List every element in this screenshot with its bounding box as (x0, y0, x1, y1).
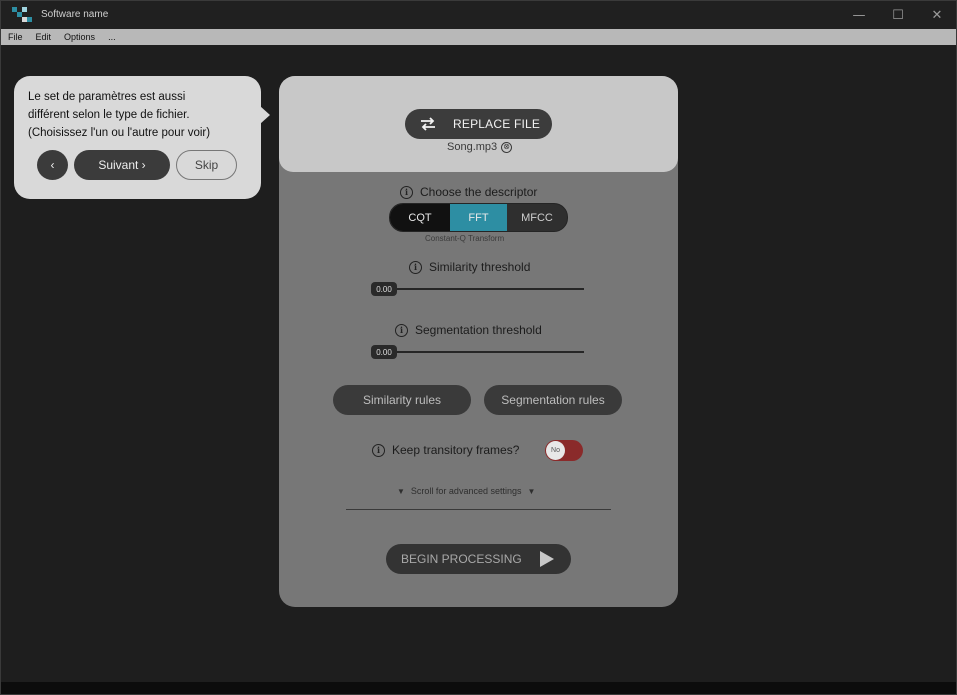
swap-icon (421, 117, 435, 131)
similarity-slider-thumb[interactable]: 0.00 (371, 282, 397, 296)
chevron-down-icon: ▼ (527, 486, 536, 496)
menu-edit[interactable]: Edit (36, 32, 52, 42)
tooltip-prev-button[interactable]: ‹ (37, 150, 68, 180)
minimize-icon[interactable]: — (844, 5, 874, 25)
play-icon (540, 551, 554, 567)
chevron-down-icon: ▼ (397, 486, 405, 496)
file-name: Song.mp3 ⊗ (447, 141, 513, 153)
tooltip-text: Le set de paramètres est aussi différent… (28, 88, 258, 142)
descriptor-option-cqt[interactable]: CQT (390, 204, 450, 231)
descriptor-option-mfcc[interactable]: MFCC (507, 204, 567, 231)
app-logo-icon (12, 7, 32, 22)
similarity-slider-track[interactable] (372, 288, 584, 290)
replace-file-label: REPLACE FILE (453, 117, 541, 131)
segmentation-rules-button[interactable]: Segmentation rules (484, 385, 622, 415)
menu-more[interactable]: ... (108, 32, 116, 42)
tooltip-skip-button[interactable]: Skip (176, 150, 237, 180)
advanced-settings-hint[interactable]: ▼ Scroll for advanced settings ▼ (397, 486, 535, 496)
begin-processing-button[interactable]: BEGIN PROCESSING (386, 544, 571, 574)
transitory-row: i Keep transitory frames? (372, 443, 519, 457)
tooltip-pointer (260, 106, 270, 124)
begin-processing-label: BEGIN PROCESSING (401, 552, 522, 566)
transitory-label: Keep transitory frames? (392, 443, 520, 457)
descriptor-caption: Constant-Q Transform (425, 234, 505, 243)
title-bar: Software name — ☐ ✕ (1, 1, 956, 29)
segmentation-row: i Segmentation threshold (395, 323, 542, 337)
advanced-settings-label: Scroll for advanced settings (410, 486, 522, 496)
descriptor-selector: CQT FFT MFCC (389, 203, 568, 232)
menu-file[interactable]: File (8, 32, 23, 42)
maximize-icon[interactable]: ☐ (883, 5, 913, 25)
tooltip-line: Le set de paramètres est aussi (28, 91, 186, 103)
segmentation-label: Segmentation threshold (415, 323, 542, 337)
window-title: Software name (41, 9, 109, 20)
transitory-toggle[interactable]: No (545, 440, 583, 461)
divider (346, 509, 611, 510)
info-icon[interactable]: i (400, 185, 413, 199)
descriptor-row: i Choose the descriptor (400, 185, 537, 199)
similarity-row: i Similarity threshold (409, 260, 530, 274)
tooltip-line: différent selon le type de fichier. (28, 109, 190, 121)
info-icon[interactable]: i (409, 260, 422, 274)
toggle-knob: No (546, 441, 565, 460)
replace-file-button[interactable]: REPLACE FILE (405, 109, 552, 139)
segmentation-slider-thumb[interactable]: 0.00 (371, 345, 397, 359)
file-name-text: Song.mp3 (447, 141, 498, 153)
segmentation-slider-track[interactable] (372, 351, 584, 353)
tooltip-next-button[interactable]: Suivant › (74, 150, 170, 180)
descriptor-option-fft[interactable]: FFT (450, 204, 507, 231)
menu-options[interactable]: Options (64, 32, 95, 42)
remove-file-icon[interactable]: ⊗ (501, 141, 513, 153)
info-icon[interactable]: i (395, 323, 408, 337)
menu-bar: File Edit Options ... (1, 29, 956, 45)
similarity-label: Similarity threshold (429, 260, 531, 274)
similarity-rules-button[interactable]: Similarity rules (333, 385, 471, 415)
status-strip (1, 682, 956, 694)
descriptor-label: Choose the descriptor (420, 185, 538, 199)
info-icon[interactable]: i (372, 443, 385, 457)
tooltip-line: (Choisissez l'un ou l'autre pour voir) (28, 127, 211, 139)
close-icon[interactable]: ✕ (922, 5, 952, 25)
